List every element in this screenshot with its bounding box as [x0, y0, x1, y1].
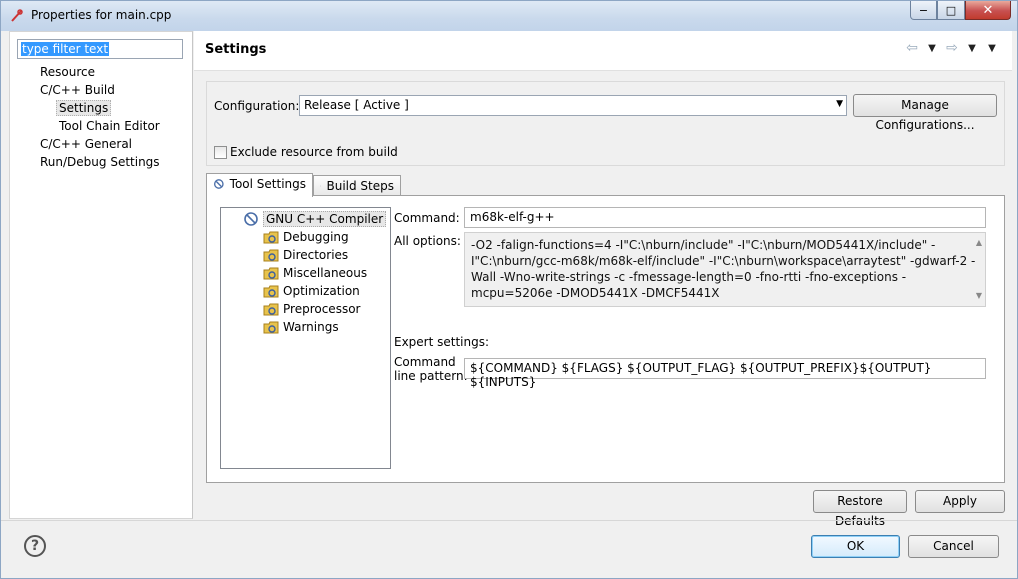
nav-item-settings[interactable]: Settings — [56, 100, 112, 116]
build-steps-icon — [320, 185, 322, 187]
tree-item-gnu-cpp-compiler[interactable]: GNU C++ Compiler — [243, 211, 387, 227]
expert-settings-label: Expert settings: — [394, 335, 490, 349]
manage-configurations-button[interactable]: Manage Configurations... — [853, 94, 997, 132]
settings-folder-icon — [263, 249, 279, 262]
chevron-down-icon: ▼ — [836, 99, 843, 109]
nav-item-run-debug-settings[interactable]: Run/Debug Settings — [40, 155, 160, 169]
tree-label: Optimization — [283, 284, 360, 298]
cancel-button[interactable]: Cancel — [908, 535, 999, 558]
tool-tree: GNU C++ Compiler Debugging Directories M… — [220, 207, 391, 469]
nav-item-tool-chain-editor[interactable]: Tool Chain Editor — [59, 119, 160, 133]
all-options-label: All options: — [394, 234, 461, 248]
command-line-pattern-input[interactable]: ${COMMAND} ${FLAGS} ${OUTPUT_FLAG} ${OUT… — [464, 358, 986, 389]
view-menu-icon[interactable]: ▼ — [984, 40, 1000, 56]
apply-button[interactable]: Apply — [915, 490, 1005, 513]
tree-item-warnings[interactable]: Warnings — [263, 319, 339, 335]
tree-label: Preprocessor — [283, 302, 361, 316]
back-arrow-icon[interactable]: ⇦ — [904, 40, 920, 56]
exclude-resource-checkbox[interactable] — [214, 146, 227, 159]
ok-button[interactable]: OK — [811, 535, 900, 558]
forward-arrow-icon[interactable]: ⇨ — [944, 40, 960, 56]
configuration-label: Configuration: — [214, 99, 300, 113]
help-icon[interactable]: ? — [24, 535, 46, 557]
command-line-pattern-label-2: line pattern: — [394, 369, 468, 383]
tab-tool-settings-label: Tool Settings — [229, 177, 306, 191]
command-input[interactable]: m68k-elf-g++ — [464, 207, 986, 228]
command-label: Command: — [394, 211, 460, 225]
settings-folder-icon — [263, 231, 279, 244]
tree-item-optimization[interactable]: Optimization — [263, 283, 360, 299]
window-title: Properties for main.cpp — [31, 8, 172, 22]
tree-label: Miscellaneous — [283, 266, 368, 280]
tab-build-steps-label: Build Steps — [326, 179, 394, 193]
tree-item-miscellaneous[interactable]: Miscellaneous — [263, 265, 367, 281]
exclude-resource-label: Exclude resource from build — [230, 145, 398, 159]
nav-item-cpp-general[interactable]: C/C++ General — [40, 137, 132, 151]
back-dropdown-icon[interactable]: ▼ — [924, 40, 940, 56]
nav-item-resource[interactable]: Resource — [40, 65, 95, 79]
command-line-pattern-label-1: Command — [394, 355, 456, 369]
properties-dialog: Properties for main.cpp − □ ✕ type filte… — [0, 0, 1018, 579]
tree-item-directories[interactable]: Directories — [263, 247, 348, 263]
filter-placeholder: type filter text — [21, 42, 110, 56]
page-title: Settings — [205, 42, 267, 57]
close-button[interactable]: ✕ — [965, 1, 1011, 20]
configuration-select[interactable]: Release [ Active ] ▼ — [299, 95, 847, 116]
tree-label: Directories — [283, 248, 349, 262]
configuration-value: Release [ Active ] — [304, 98, 409, 112]
restore-defaults-button[interactable]: Restore Defaults — [813, 490, 907, 528]
window-controls: − □ ✕ — [910, 1, 1011, 20]
filter-input[interactable]: type filter text — [17, 39, 183, 59]
all-options-value: -O2 -falign-functions=4 -I"C:\nburn/incl… — [471, 238, 976, 300]
forward-dropdown-icon[interactable]: ▼ — [964, 40, 980, 56]
tab-tool-settings[interactable]: Tool Settings — [206, 173, 313, 197]
tool-settings-icon — [213, 179, 224, 189]
settings-folder-icon — [263, 321, 279, 334]
minimize-button[interactable]: − — [910, 1, 937, 20]
scroll-down-icon[interactable]: ▼ — [976, 288, 982, 304]
tree-label: Warnings — [283, 320, 339, 334]
property-nav-panel: type filter text Resource C/C++ Build Se… — [9, 31, 193, 519]
all-options-text[interactable]: -O2 -falign-functions=4 -I"C:\nburn/incl… — [464, 232, 986, 307]
button-bar-separator — [1, 520, 1017, 521]
tree-label: Debugging — [283, 230, 349, 244]
settings-header: Settings ⇦ ▼ ⇨ ▼ ▼ — [194, 31, 1012, 71]
tree-label: GNU C++ Compiler — [263, 211, 387, 227]
history-nav: ⇦ ▼ ⇨ ▼ ▼ — [904, 40, 1000, 56]
scroll-up-icon[interactable]: ▲ — [976, 235, 982, 251]
tab-build-steps[interactable]: Build Steps — [313, 175, 401, 197]
title-bar: Properties for main.cpp − □ ✕ — [1, 1, 1017, 31]
tree-item-preprocessor[interactable]: Preprocessor — [263, 301, 360, 317]
compiler-icon — [244, 212, 258, 226]
settings-folder-icon — [263, 285, 279, 298]
maximize-button[interactable]: □ — [937, 1, 965, 20]
nav-item-cpp-build[interactable]: C/C++ Build — [40, 83, 115, 97]
eclipse-app-icon — [11, 9, 23, 22]
tree-item-debugging[interactable]: Debugging — [263, 229, 349, 245]
settings-folder-icon — [263, 303, 279, 316]
settings-folder-icon — [263, 267, 279, 280]
